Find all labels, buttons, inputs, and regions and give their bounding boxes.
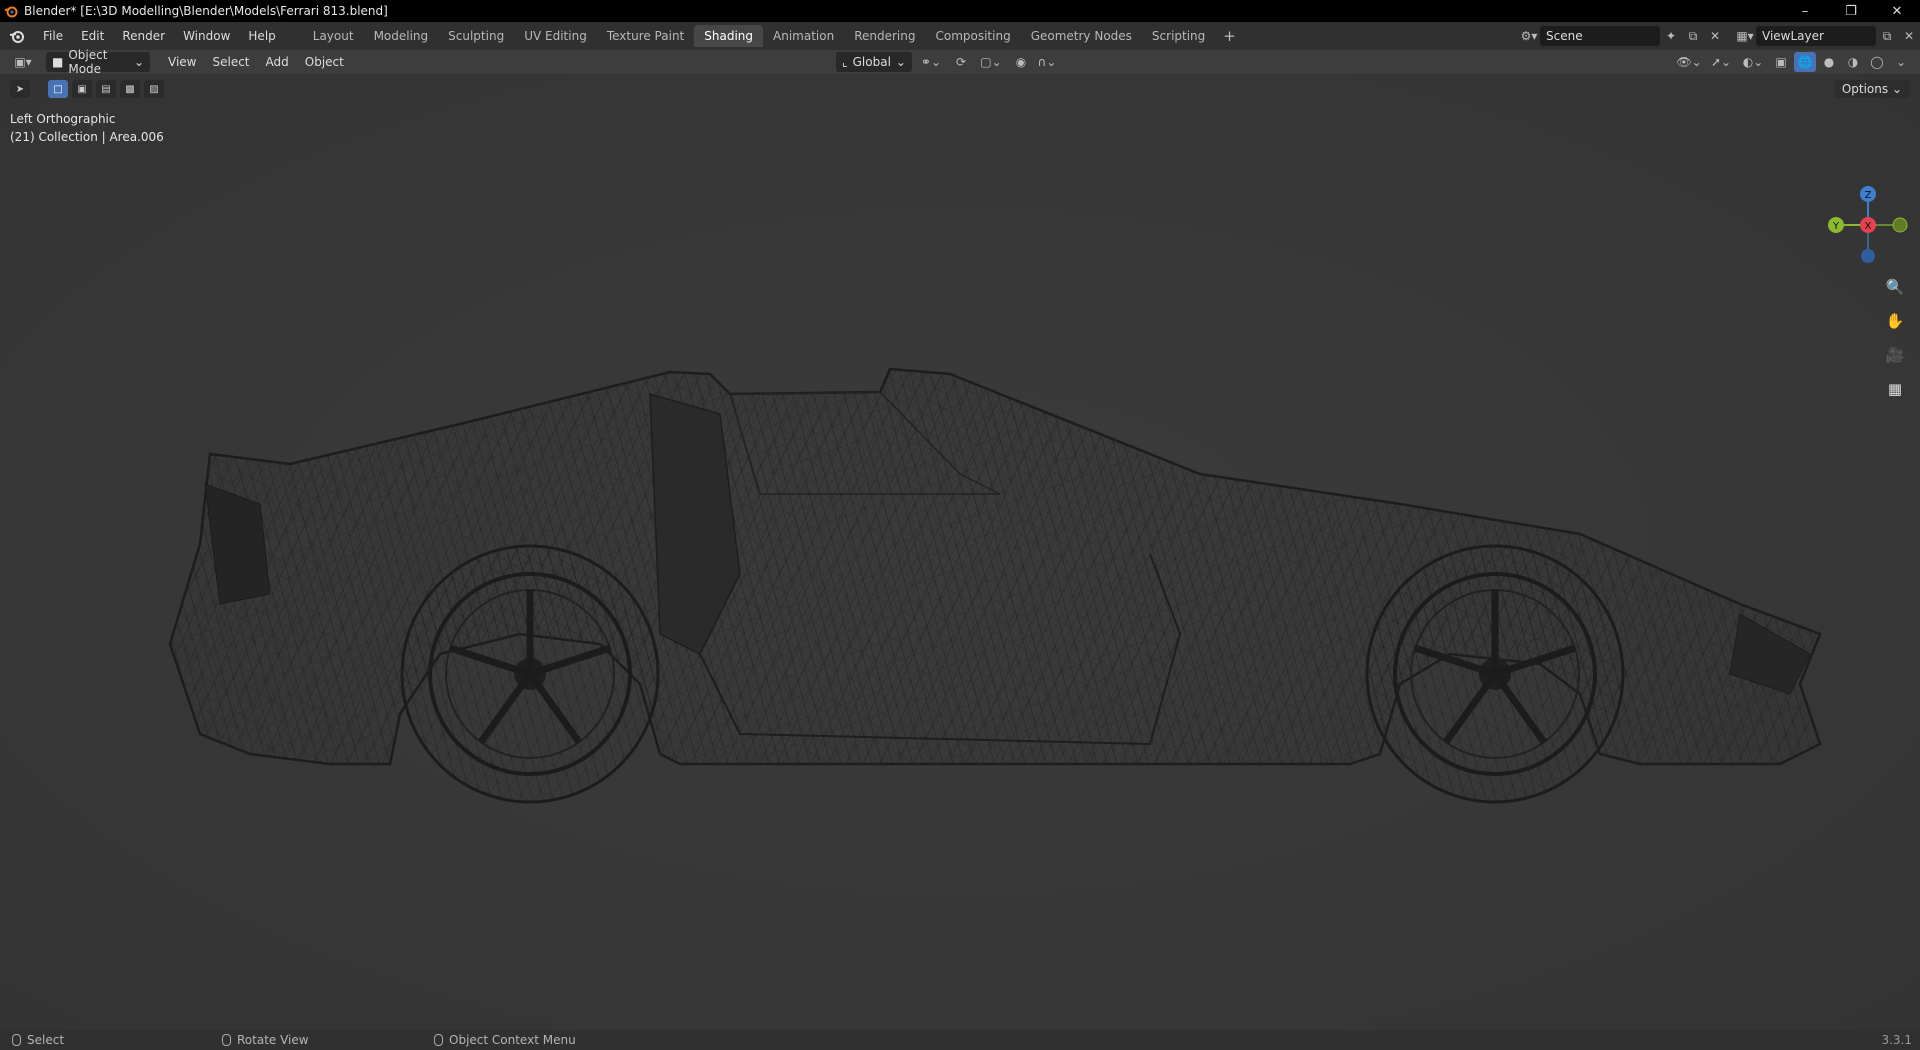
tab-uv-editing[interactable]: UV Editing bbox=[514, 25, 597, 47]
blender-menu-icon[interactable] bbox=[0, 28, 34, 44]
restore-button[interactable]: ❐ bbox=[1828, 0, 1874, 22]
add-workspace-button[interactable]: + bbox=[1215, 27, 1244, 45]
transform-orientation-dropdown[interactable]: ⌞ Global ⌄ bbox=[836, 52, 912, 72]
status-rotate-label: Rotate View bbox=[237, 1033, 309, 1047]
tab-animation[interactable]: Animation bbox=[763, 25, 844, 47]
material-shading-icon[interactable]: ◑ bbox=[1842, 52, 1864, 72]
scene-name-label: Scene bbox=[1546, 29, 1583, 43]
tab-shading[interactable]: Shading bbox=[694, 25, 763, 47]
menu-add[interactable]: Add bbox=[258, 55, 297, 69]
tab-scripting[interactable]: Scripting bbox=[1142, 25, 1215, 47]
status-context-label: Object Context Menu bbox=[449, 1033, 576, 1047]
view-layer-browse-icon[interactable]: ▦▾ bbox=[1734, 26, 1756, 46]
proportional-edit-icon[interactable]: ◉ bbox=[1010, 52, 1032, 72]
status-select-label: Select bbox=[27, 1033, 65, 1047]
mode-label: Object Mode bbox=[68, 48, 108, 76]
menu-window[interactable]: Window bbox=[174, 25, 239, 47]
mouse-left-icon bbox=[12, 1034, 21, 1046]
new-view-layer-icon[interactable]: ⧉ bbox=[1876, 26, 1898, 46]
shading-options-chevron-icon[interactable]: ⌄ bbox=[1890, 52, 1912, 72]
delete-scene-icon[interactable]: ✕ bbox=[1704, 26, 1726, 46]
wireframe-shading-icon[interactable]: 🌐 bbox=[1794, 52, 1816, 72]
minimize-button[interactable]: – bbox=[1782, 0, 1828, 22]
menu-object[interactable]: Object bbox=[297, 55, 352, 69]
orientation-axes-icon: ⌞ bbox=[842, 55, 848, 69]
view-layer-label: ViewLayer bbox=[1762, 29, 1824, 43]
xray-toggle-icon[interactable]: ▣ bbox=[1770, 52, 1792, 72]
viewport-header: ▣▾ ■ Object Mode ⌄ View Select Add Objec… bbox=[0, 48, 1920, 76]
top-bar: File Edit Render Window Help Layout Mode… bbox=[0, 22, 1920, 50]
tab-layout[interactable]: Layout bbox=[303, 25, 364, 47]
close-button[interactable]: ✕ bbox=[1874, 0, 1920, 22]
tab-sculpting[interactable]: Sculpting bbox=[438, 25, 514, 47]
chevron-down-icon: ⌄ bbox=[895, 55, 906, 69]
view-layer-field[interactable]: ViewLayer bbox=[1756, 26, 1876, 46]
status-bar: Select Rotate View Object Context Menu 3… bbox=[0, 1030, 1920, 1050]
new-scene-icon[interactable]: ⧉ bbox=[1682, 26, 1704, 46]
tab-texture-paint[interactable]: Texture Paint bbox=[597, 25, 694, 47]
tab-rendering[interactable]: Rendering bbox=[844, 25, 925, 47]
delete-view-layer-icon[interactable]: ✕ bbox=[1898, 26, 1920, 46]
object-mode-icon: ■ bbox=[52, 55, 64, 69]
solid-shading-icon[interactable]: ● bbox=[1818, 52, 1840, 72]
menu-edit[interactable]: Edit bbox=[72, 25, 113, 47]
mode-dropdown[interactable]: ■ Object Mode ⌄ bbox=[46, 48, 150, 76]
visibility-icon[interactable]: 👁⌄ bbox=[1674, 52, 1704, 72]
3d-viewport[interactable]: ➤ □ ▣ ▤ ▩ ▨ Left Orthographic (21) Colle… bbox=[0, 74, 1920, 1030]
menu-view[interactable]: View bbox=[160, 55, 204, 69]
window-title: Blender* [E:\3D Modelling\Blender\Models… bbox=[24, 4, 388, 18]
workspace-tabs: Layout Modeling Sculpting UV Editing Tex… bbox=[303, 25, 1244, 47]
menu-help[interactable]: Help bbox=[239, 25, 284, 47]
menu-render[interactable]: Render bbox=[113, 25, 174, 47]
snap-target-icon[interactable]: ▢⌄ bbox=[976, 52, 1006, 72]
chevron-down-icon: ⌄ bbox=[133, 55, 144, 69]
viewport-shading-controls: 👁⌄ ➚⌄ ◐⌄ ▣ 🌐 ● ◑ ◯ ⌄ bbox=[1674, 52, 1912, 72]
snap-toggle-icon[interactable]: ⟳ bbox=[950, 52, 972, 72]
status-context-menu: Object Context Menu bbox=[434, 1033, 576, 1047]
car-wireframe-model bbox=[168, 367, 1822, 804]
blender-logo-icon bbox=[0, 0, 22, 22]
editor-type-icon[interactable]: ▣▾ bbox=[8, 52, 38, 72]
scene-browse-icon[interactable]: ⚙▾ bbox=[1518, 26, 1540, 46]
blender-version: 3.3.1 bbox=[1881, 1033, 1912, 1047]
gizmo-toggle-icon[interactable]: ➚⌄ bbox=[1706, 52, 1736, 72]
rear-wheel bbox=[400, 544, 660, 804]
front-wheel bbox=[1365, 544, 1625, 804]
status-rotate-view: Rotate View bbox=[222, 1033, 309, 1047]
pin-icon[interactable]: ✦ bbox=[1660, 26, 1682, 46]
rendered-shading-icon[interactable]: ◯ bbox=[1866, 52, 1888, 72]
scene-name-field[interactable]: Scene bbox=[1540, 26, 1660, 46]
overlay-toggle-icon[interactable]: ◐⌄ bbox=[1738, 52, 1768, 72]
falloff-icon[interactable]: ∩⌄ bbox=[1036, 52, 1058, 72]
transform-controls: ⌞ Global ⌄ ⚭⌄ ⟳ ▢⌄ ◉ ∩⌄ bbox=[836, 52, 1058, 72]
menu-select[interactable]: Select bbox=[204, 55, 257, 69]
pivot-point-icon[interactable]: ⚭⌄ bbox=[916, 52, 946, 72]
window-controls: – ❐ ✕ bbox=[1782, 0, 1920, 22]
window-titlebar: Blender* [E:\3D Modelling\Blender\Models… bbox=[0, 0, 1920, 22]
mouse-right-icon bbox=[434, 1034, 443, 1046]
orientation-label: Global bbox=[852, 55, 891, 69]
tab-compositing[interactable]: Compositing bbox=[925, 25, 1020, 47]
menu-file[interactable]: File bbox=[34, 25, 72, 47]
tab-modeling[interactable]: Modeling bbox=[364, 25, 439, 47]
mouse-middle-icon bbox=[222, 1034, 231, 1046]
status-select: Select bbox=[12, 1033, 64, 1047]
tab-geometry-nodes[interactable]: Geometry Nodes bbox=[1021, 25, 1142, 47]
scene-selector-area: ⚙▾ Scene ✦ ⧉ ✕ ▦▾ ViewLayer ⧉ ✕ bbox=[1518, 22, 1920, 50]
